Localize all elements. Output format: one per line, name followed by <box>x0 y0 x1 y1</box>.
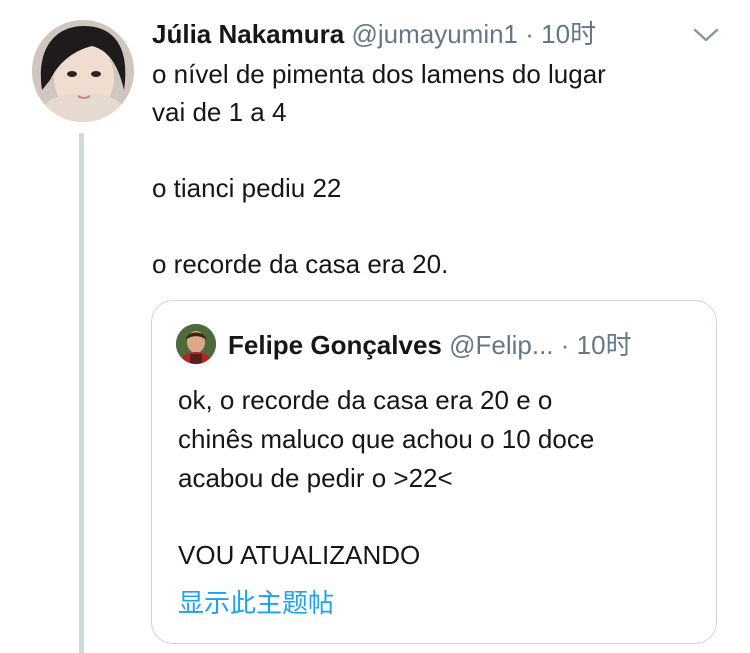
tweet-header: Júlia Nakamura @jumayumin1 · 10时 <box>152 14 596 54</box>
tweet-line: o tianci pediu 22 <box>152 173 342 203</box>
author-avatar[interactable] <box>32 20 134 122</box>
avatar-image <box>32 20 134 122</box>
author-name[interactable]: Júlia Nakamura <box>152 19 344 49</box>
show-thread-link[interactable]: 显示此主题帖 <box>178 583 334 623</box>
quoted-line: ok, o recorde da casa era 20 e o <box>178 385 553 415</box>
quoted-author-avatar[interactable] <box>176 324 216 364</box>
quoted-avatar-image <box>176 324 216 364</box>
tweet-line: vai de 1 a 4 <box>152 97 287 127</box>
tweet-line: o recorde da casa era 20. <box>152 249 449 279</box>
separator-dot: · <box>525 19 534 49</box>
tweet-timestamp[interactable]: 10时 <box>541 19 596 49</box>
author-handle[interactable]: @jumayumin1 <box>351 19 518 49</box>
quoted-line: acabou de pedir o >22< <box>178 463 453 493</box>
thread-connector-line <box>79 133 84 653</box>
tweet-line: o nível de pimenta dos lamens do lugar <box>152 59 606 89</box>
chevron-down-icon[interactable] <box>692 26 720 44</box>
quoted-author-name[interactable]: Felipe Gonçalves <box>228 330 442 360</box>
quoted-tweet-timestamp[interactable]: 10时 <box>577 330 632 360</box>
tweet-text: o nível de pimenta dos lamens do lugar v… <box>152 55 722 283</box>
quoted-line: chinês maluco que achou o 10 doce <box>178 424 595 454</box>
quoted-line: VOU ATUALIZANDO <box>178 540 421 570</box>
quoted-author-handle[interactable]: @Felip... <box>449 330 553 360</box>
quoted-tweet-header: Felipe Gonçalves @Felip... · 10时 <box>228 325 632 365</box>
separator-dot: · <box>560 330 570 360</box>
quoted-tweet-text: ok, o recorde da casa era 20 e o chinês … <box>178 381 698 575</box>
quoted-tweet-card[interactable]: Felipe Gonçalves @Felip... · 10时 ok, o r… <box>151 300 717 644</box>
